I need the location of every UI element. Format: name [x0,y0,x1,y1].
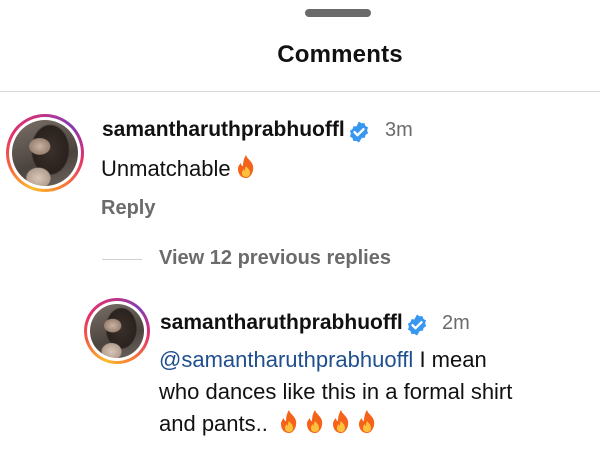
fire-icon [235,154,257,180]
comment-body: Unmatchable [101,156,231,181]
reply-timestamp: 2m [442,312,470,334]
page-title: Comments [277,41,403,68]
avatar[interactable] [6,114,84,192]
reply-username[interactable]: samantharuthprabhuoffl [160,311,403,335]
reply-line-3: and pants.. [159,408,512,440]
reply-avatar[interactable] [84,298,150,364]
header-divider [0,91,600,92]
reply-line-1-text: I mean [419,347,487,372]
reply-button[interactable]: Reply [101,197,155,220]
comments-sheet: Comments samantharuthprabhuoffl 3m Unmat… [0,0,600,450]
mention-link[interactable]: @samantharuthprabhuoffl [159,347,413,372]
reply-line-1: @samantharuthprabhuoffl I mean [159,344,512,376]
fire-icon [356,409,378,435]
verified-badge-icon [407,314,427,336]
reply-line-3-text: and pants.. [159,411,268,436]
comment-text: Unmatchable [101,153,257,185]
fire-icon [304,409,326,435]
avatar-gap [87,301,147,361]
fire-icon [330,409,352,435]
fire-icon [278,409,300,435]
view-previous-replies-link[interactable]: View 12 previous replies [159,247,391,270]
avatar-photo [90,304,144,358]
replies-divider-line [102,259,142,260]
drag-handle[interactable] [305,9,371,17]
verified-badge-icon [349,121,369,143]
reply-text: @samantharuthprabhuoffl I mean who dance… [159,344,512,440]
reply-line-2: who dances like this in a formal shirt [159,379,513,404]
comment-username[interactable]: samantharuthprabhuoffl [102,118,345,142]
avatar-photo [12,120,78,186]
comment-timestamp: 3m [385,119,413,141]
avatar-gap [9,117,81,189]
